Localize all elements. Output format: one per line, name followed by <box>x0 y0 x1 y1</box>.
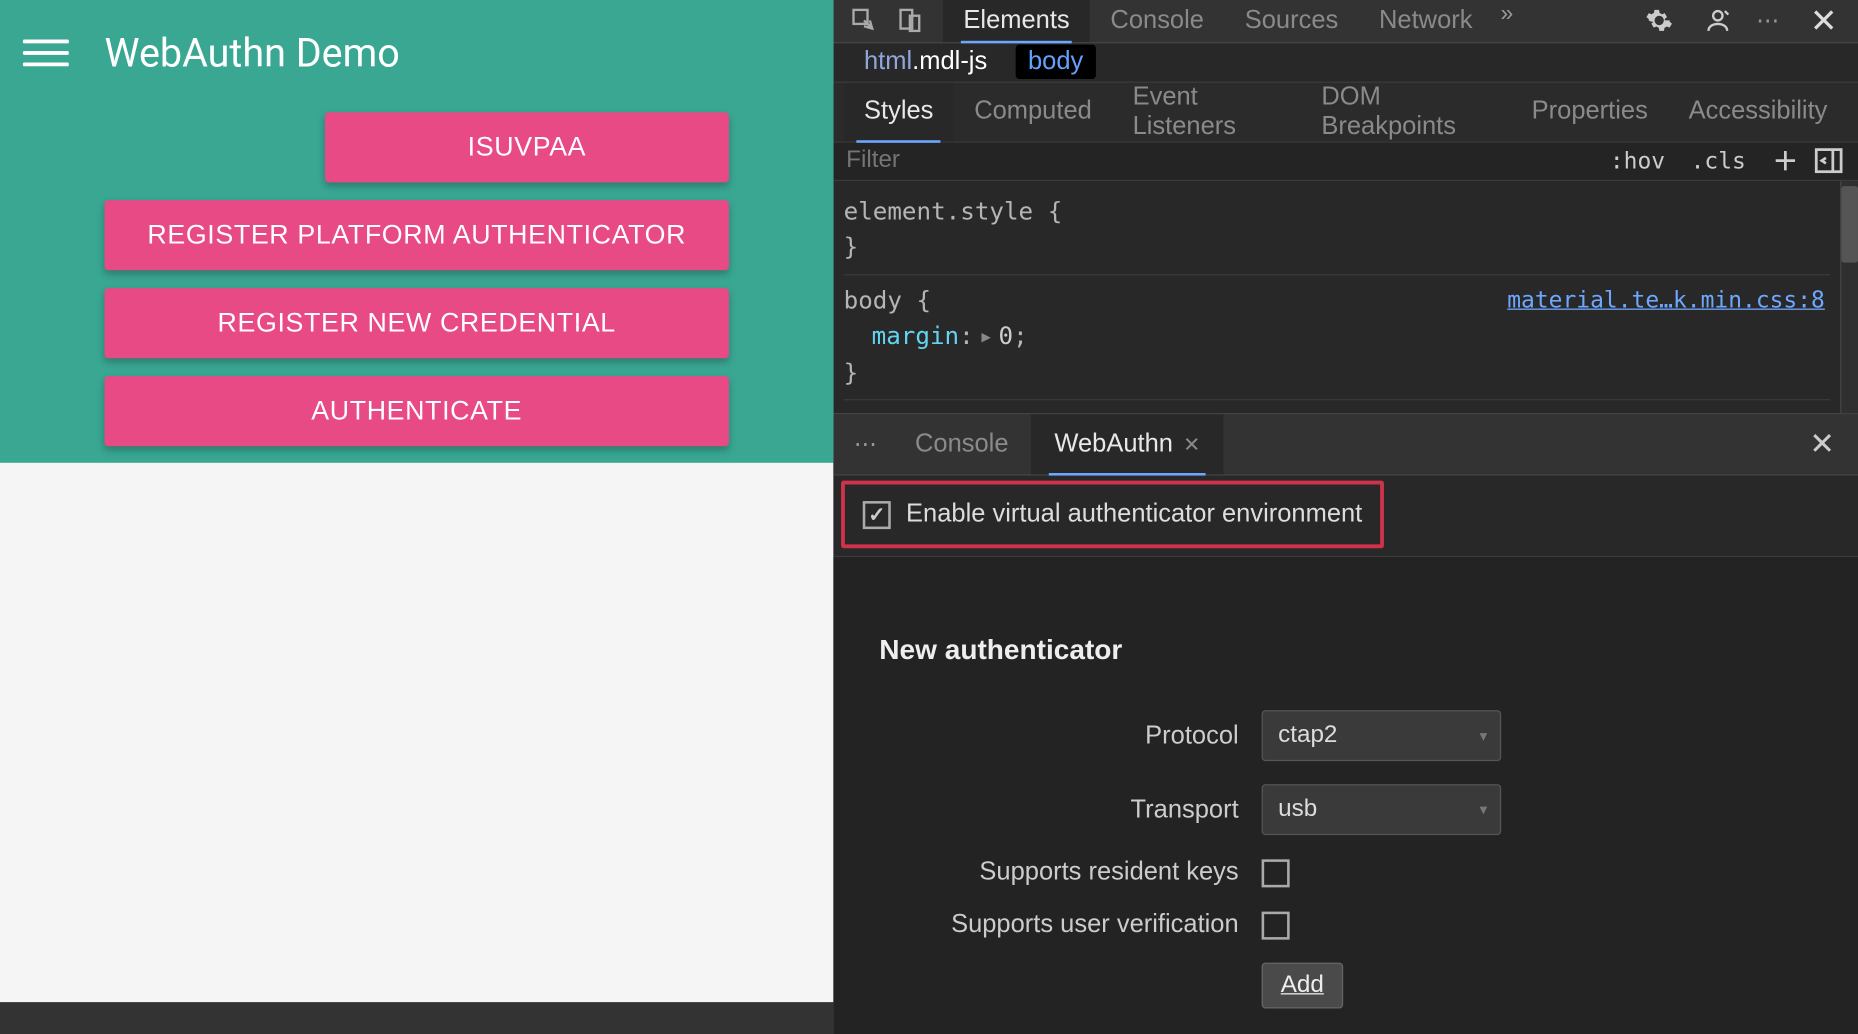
devtools-drawer: ⋯ Console WebAuthn ✕ ✕ Enable virtual au… <box>833 413 1858 1034</box>
protocol-value: ctap2 <box>1278 722 1337 750</box>
register-platform-button[interactable]: REGISTER PLATFORM AUTHENTICATOR <box>104 200 728 270</box>
authenticator-form: Protocol ctap2 Transport usb Supports re… <box>879 710 1812 1008</box>
styles-filter-input[interactable] <box>846 147 1597 175</box>
transport-value: usb <box>1278 796 1317 824</box>
drawer-tabs: ⋯ Console WebAuthn ✕ ✕ <box>833 414 1858 475</box>
rule1-selector: element.style <box>844 197 1034 225</box>
expand-shorthand-icon[interactable]: ▸ <box>979 323 994 351</box>
kebab-menu-icon[interactable]: ⋯ <box>1756 8 1781 35</box>
scrollbar-thumb[interactable] <box>1841 186 1858 262</box>
crumb-body-label: body <box>1028 48 1083 77</box>
subtab-dom-breakpoints[interactable]: DOM Breakpoints <box>1301 82 1511 141</box>
subtab-styles[interactable]: Styles <box>844 82 954 141</box>
tab-network[interactable]: Network <box>1359 0 1493 42</box>
devtools-main-tabs: Elements Console Sources Network » <box>943 0 1521 42</box>
transport-select[interactable]: usb <box>1262 784 1502 835</box>
app-title: WebAuthn Demo <box>104 29 399 76</box>
close-devtools-icon[interactable]: ✕ <box>1800 1 1848 41</box>
isuvpaa-button[interactable]: ISUVPAA <box>325 112 729 182</box>
gear-icon[interactable] <box>1639 1 1680 42</box>
drawer-tab-webauthn-label: WebAuthn <box>1054 430 1173 459</box>
device-toggle-icon[interactable] <box>889 1 930 42</box>
drawer-tab-webauthn[interactable]: WebAuthn ✕ <box>1031 414 1223 474</box>
cls-toggle[interactable]: .cls <box>1678 145 1759 177</box>
crumb-html-class: .mdl-js <box>912 48 987 77</box>
crumb-html-tag: html <box>864 48 912 77</box>
authenticate-button[interactable]: AUTHENTICATE <box>104 376 728 446</box>
subtab-computed[interactable]: Computed <box>954 82 1112 141</box>
enable-virtual-auth-row: Enable virtual authenticator environment <box>841 481 1384 549</box>
tab-sources[interactable]: Sources <box>1224 0 1358 42</box>
subtab-listeners[interactable]: Event Listeners <box>1112 82 1301 141</box>
tab-console[interactable]: Console <box>1090 0 1224 42</box>
hov-toggle[interactable]: :hov <box>1597 145 1678 177</box>
devtools-panel: Elements Console Sources Network » ⋯ ✕ h… <box>833 0 1858 1034</box>
new-rule-icon[interactable] <box>1769 144 1802 177</box>
user-verification-checkbox[interactable] <box>1262 911 1290 939</box>
rule2-selector: body <box>844 286 902 314</box>
tabs-overflow-icon[interactable]: » <box>1493 0 1521 42</box>
subtab-properties[interactable]: Properties <box>1511 82 1668 141</box>
rule-body[interactable]: material.te…k.min.css:8 body { margin:▸0… <box>844 275 1830 401</box>
rule2-val: 0 <box>999 323 1014 351</box>
css-rules: element.style { } material.te…k.min.css:… <box>833 180 1840 413</box>
transport-label: Transport <box>879 795 1238 824</box>
rule-source-link[interactable]: material.te…k.min.css:8 <box>1507 282 1825 316</box>
inspect-icon[interactable] <box>844 1 885 42</box>
button-column: ISUVPAA REGISTER PLATFORM AUTHENTICATOR … <box>0 112 833 446</box>
rule2-prop: margin <box>872 323 959 351</box>
app-panel: WebAuthn Demo ISUVPAA REGISTER PLATFORM … <box>0 0 833 1034</box>
enable-virtual-auth-label: Enable virtual authenticator environment <box>906 500 1362 529</box>
resident-keys-row: Supports resident keys <box>879 858 1812 887</box>
app-footer <box>0 1002 833 1034</box>
devtools-top-right: ⋯ ✕ <box>1639 1 1848 42</box>
protocol-label: Protocol <box>879 721 1238 750</box>
add-authenticator-button[interactable]: Add <box>1262 963 1343 1009</box>
resident-keys-checkbox[interactable] <box>1262 859 1290 887</box>
new-authenticator-heading: New authenticator <box>879 634 1812 667</box>
user-verification-row: Supports user verification <box>879 910 1812 939</box>
tab-elements[interactable]: Elements <box>943 0 1090 42</box>
drawer-tab-console[interactable]: Console <box>892 414 1031 474</box>
styles-area: element.style { } material.te…k.min.css:… <box>833 180 1858 413</box>
styles-filter-row: :hov .cls <box>833 142 1858 180</box>
webauthn-body: New authenticator Protocol ctap2 Transpo… <box>833 557 1858 1034</box>
styles-scrollbar[interactable] <box>1840 180 1858 413</box>
crumb-html[interactable]: html.mdl-js <box>851 45 1000 79</box>
protocol-select[interactable]: ctap2 <box>1262 710 1502 761</box>
devtools-topbar: Elements Console Sources Network » ⋯ ✕ <box>833 0 1858 43</box>
sidebar-toggle-icon[interactable] <box>1812 144 1845 177</box>
crumb-body[interactable]: body <box>1015 45 1096 79</box>
elements-breadcrumb: html.mdl-js body <box>833 43 1858 81</box>
enable-virtual-auth-checkbox[interactable] <box>863 500 891 528</box>
protocol-row: Protocol ctap2 <box>879 710 1812 761</box>
drawer-close-icon[interactable]: ✕ <box>1794 414 1850 474</box>
drawer-more-icon[interactable]: ⋯ <box>841 414 892 474</box>
hamburger-menu-icon[interactable] <box>23 29 69 75</box>
feedback-icon[interactable] <box>1698 1 1739 42</box>
close-tab-icon[interactable]: ✕ <box>1183 432 1200 457</box>
app-header: WebAuthn Demo ISUVPAA REGISTER PLATFORM … <box>0 0 833 463</box>
user-verification-label: Supports user verification <box>879 910 1238 939</box>
subtab-accessibility[interactable]: Accessibility <box>1668 82 1848 141</box>
rule-element-style[interactable]: element.style { } <box>844 186 1830 275</box>
app-titlebar: WebAuthn Demo <box>0 0 833 105</box>
transport-row: Transport usb <box>879 784 1812 835</box>
resident-keys-label: Supports resident keys <box>879 858 1238 887</box>
register-credential-button[interactable]: REGISTER NEW CREDENTIAL <box>104 288 728 358</box>
styles-subtabs: Styles Computed Event Listeners DOM Brea… <box>833 81 1858 142</box>
